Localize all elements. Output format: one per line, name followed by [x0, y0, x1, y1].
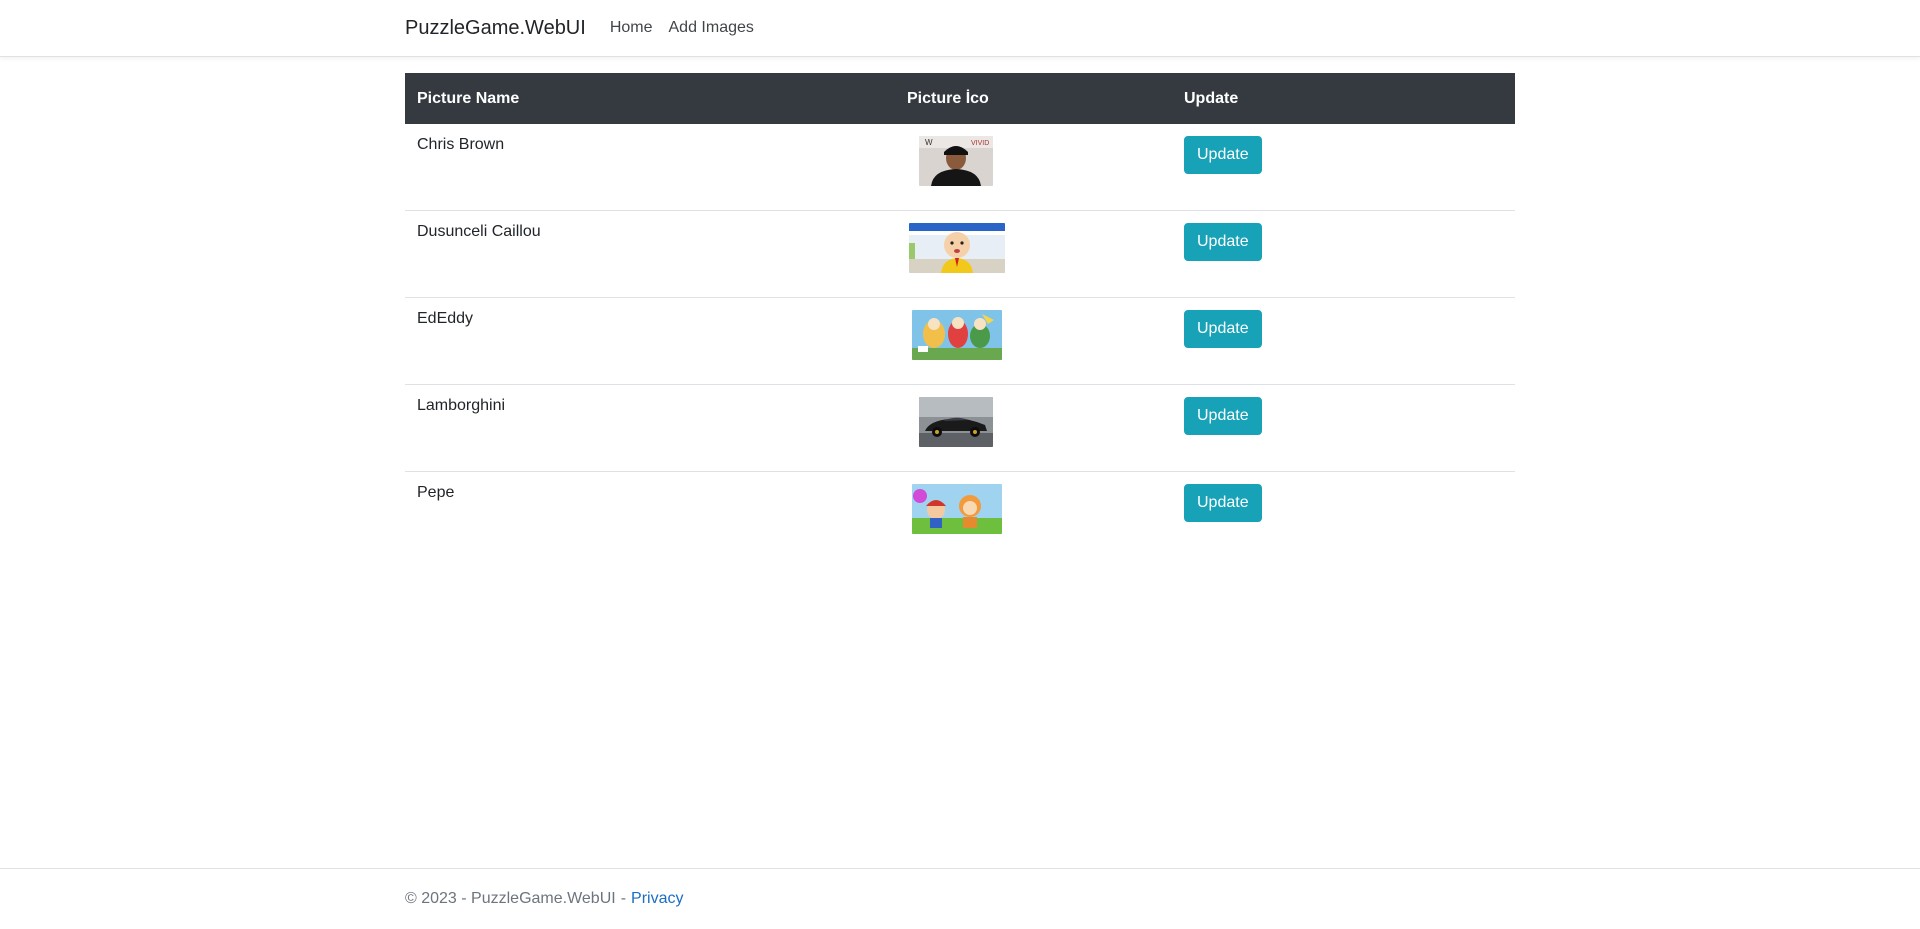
picture-name-cell: Chris Brown: [405, 124, 895, 211]
header-picture-name: Picture Name: [405, 73, 895, 124]
update-button[interactable]: Update: [1184, 223, 1262, 261]
table-row: Chris Brown W VIVID Update: [405, 124, 1515, 211]
portrait-photo-icon: W VIVID: [919, 136, 993, 186]
picture-icon-cell: [895, 210, 1172, 298]
picture-icon-cell: [895, 297, 1172, 385]
update-cell: Update: [1172, 297, 1515, 385]
cartoon-caillou-icon: [909, 223, 1005, 273]
table-header-row: Picture Name Picture İco Update: [405, 73, 1515, 124]
picture-name-cell: Lamborghini: [405, 384, 895, 472]
svg-text:W: W: [925, 138, 933, 147]
top-navbar: PuzzleGame.WebUI Home Add Images: [0, 0, 1920, 57]
header-picture-icon: Picture İco: [895, 73, 1172, 124]
table-row: EdEddy Update: [405, 297, 1515, 385]
update-button[interactable]: Update: [1184, 136, 1262, 174]
update-cell: Update: [1172, 124, 1515, 211]
table-row: Dusunceli Caillou Update: [405, 210, 1515, 298]
svg-text:VIVID: VIVID: [971, 140, 989, 147]
nav-link-add-images[interactable]: Add Images: [669, 19, 754, 37]
footer-content: © 2023 - PuzzleGame.WebUI - Privacy: [405, 869, 683, 929]
footer-copyright: © 2023 - PuzzleGame.WebUI: [405, 890, 616, 907]
footer-separator: -: [620, 890, 627, 907]
picture-name-cell: Pepe: [417, 484, 455, 501]
picture-name-cell: EdEddy: [405, 297, 895, 385]
black-sports-car-icon: [919, 397, 993, 447]
cartoon-ed-edd-eddy-icon: [912, 310, 1002, 360]
navbar-content: PuzzleGame.WebUI Home Add Images: [405, 0, 770, 56]
update-button[interactable]: Update: [1184, 397, 1262, 435]
update-cell: Update: [1172, 384, 1515, 472]
privacy-link[interactable]: Privacy: [631, 890, 683, 908]
table-row: Pepe Update: [405, 472, 1515, 559]
nav-link-home[interactable]: Home: [610, 19, 653, 37]
picture-icon-cell: [895, 384, 1172, 472]
table-row: Lamborghini Update: [405, 384, 1515, 472]
cartoon-pepe-icon: [912, 484, 1002, 534]
pictures-table-wrapper: Picture Name Picture İco Update Chris Br…: [405, 73, 1515, 558]
update-cell: Update: [1172, 472, 1515, 559]
update-cell: Update: [1172, 210, 1515, 298]
picture-name-cell: Dusunceli Caillou: [405, 210, 895, 298]
update-button[interactable]: Update: [1184, 310, 1262, 348]
pictures-table: Picture Name Picture İco Update Chris Br…: [405, 73, 1515, 558]
page-footer: © 2023 - PuzzleGame.WebUI - Privacy: [0, 868, 1920, 929]
brand-link[interactable]: PuzzleGame.WebUI: [405, 17, 586, 40]
update-button[interactable]: Update: [1184, 484, 1262, 522]
header-update: Update: [1172, 73, 1515, 124]
picture-icon-cell: [895, 472, 1172, 559]
picture-icon-cell: W VIVID: [895, 124, 1172, 211]
